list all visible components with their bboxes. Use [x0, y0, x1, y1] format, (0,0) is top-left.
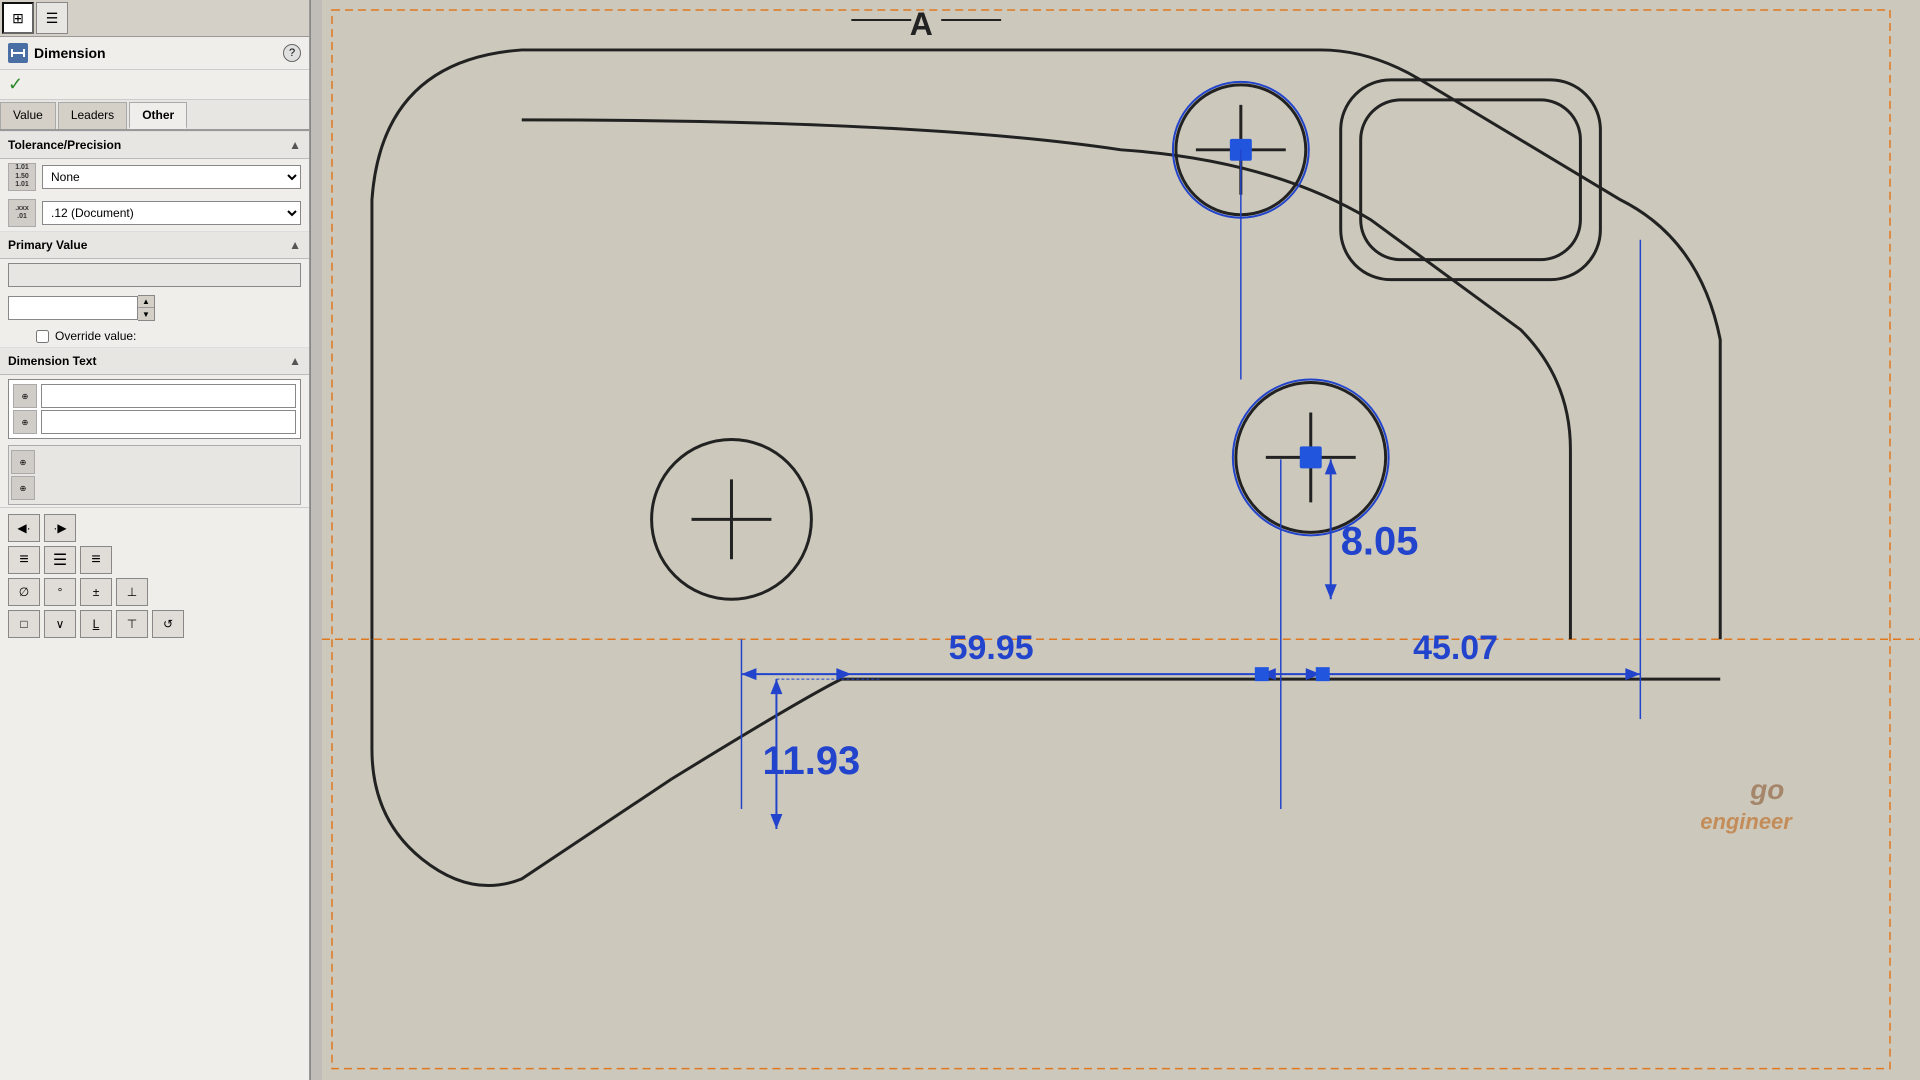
- lower-text-box-1: ⊕ ⊕: [8, 445, 301, 505]
- spinner-up[interactable]: ▲: [138, 296, 154, 308]
- perp-symbol-btn[interactable]: ⊥: [116, 578, 148, 606]
- primary-value-title: Primary Value: [8, 238, 87, 252]
- t-btn[interactable]: ⊤: [116, 610, 148, 638]
- dim-text-icon-1[interactable]: ⊕: [13, 384, 37, 408]
- svg-text:8.05: 8.05: [1341, 519, 1419, 563]
- svg-text:59.95: 59.95: [949, 629, 1034, 667]
- grid-view-btn[interactable]: ⊞: [2, 2, 34, 34]
- rotate-btn[interactable]: ↺: [152, 610, 184, 638]
- lower-icon-2[interactable]: ⊕: [11, 476, 35, 500]
- dim-text-line-2: ⊕: [13, 410, 296, 434]
- symbol-row-1: ∅ ° ± ⊥: [8, 578, 301, 606]
- tab-value[interactable]: Value: [0, 102, 56, 129]
- tolerance-type-row: 1.011.501.01 None Basic Bilateral: [0, 159, 309, 195]
- panel-toolbar: ⊞ ☰: [0, 0, 309, 37]
- dim-text-input-1[interactable]: <DIM>: [41, 384, 296, 408]
- pv-input2-row: 8.05mm ▲ ▼: [0, 291, 309, 325]
- tolerance-type-select[interactable]: None Basic Bilateral: [42, 165, 301, 189]
- dim-text-line-1: ⊕ <DIM>: [13, 384, 296, 408]
- tolerance-precision-select[interactable]: .12 (Document) .1 .123: [42, 201, 301, 225]
- square-btn[interactable]: □: [8, 610, 40, 638]
- override-label: Override value:: [55, 329, 136, 343]
- align-center-btn[interactable]: ☰: [44, 546, 76, 574]
- tolerance-icon-2: .xxx.01: [8, 199, 36, 227]
- underscore-btn[interactable]: L: [80, 610, 112, 638]
- main-drawing-area: A: [322, 0, 1920, 1080]
- spinner-down[interactable]: ▼: [138, 308, 154, 320]
- tabs-row: Value Leaders Other: [0, 100, 309, 131]
- pv-input1-row: RD2@Drawing View1: [0, 259, 309, 291]
- phi-symbol-btn[interactable]: ∅: [8, 578, 40, 606]
- dimension-text-section-header: Dimension Text ▲: [0, 347, 309, 375]
- panel-scrollbar[interactable]: [310, 0, 322, 1080]
- left-panel: ⊞ ☰ Dimension ? ✓ Value Leaders Other To…: [0, 0, 310, 1080]
- down-btn[interactable]: ∨: [44, 610, 76, 638]
- panel-title: Dimension: [34, 45, 277, 61]
- panel-title-row: Dimension ?: [0, 37, 309, 70]
- primary-value-collapse-btn[interactable]: ▲: [289, 238, 301, 252]
- align-left-btn[interactable]: ≡: [8, 546, 40, 574]
- confirm-checkmark[interactable]: ✓: [0, 70, 309, 100]
- pv-spinner: 8.05mm ▲ ▼: [8, 295, 155, 321]
- dimension-text-area: ⊕ <DIM> ⊕: [8, 379, 301, 439]
- lower-text-content-1: [41, 446, 300, 504]
- degree-symbol-btn[interactable]: °: [44, 578, 76, 606]
- arrow-left-btn[interactable]: ◀·: [8, 514, 40, 542]
- symbol-row-2: □ ∨ L ⊤ ↺: [8, 610, 301, 638]
- pm-symbol-btn[interactable]: ±: [80, 578, 112, 606]
- primary-value-input-2[interactable]: 8.05mm: [8, 296, 138, 320]
- svg-text:go: go: [1749, 774, 1784, 805]
- dim-text-icon-2[interactable]: ⊕: [13, 410, 37, 434]
- svg-text:A: A: [910, 6, 933, 42]
- drawing-svg: A: [322, 0, 1920, 1079]
- tolerance-precision-row: .xxx.01 .12 (Document) .1 .123: [0, 195, 309, 231]
- svg-text:11.93: 11.93: [763, 739, 861, 783]
- bottom-controls: ◀· ·▶ ≡ ☰ ≡ ∅ ° ± ⊥ □ ∨ L ⊤ ↺: [0, 507, 309, 644]
- tolerance-section-title: Tolerance/Precision: [8, 138, 121, 152]
- svg-text:45.07: 45.07: [1413, 629, 1498, 667]
- dimension-icon: [8, 43, 28, 63]
- tolerance-icon-1: 1.011.501.01: [8, 163, 36, 191]
- tab-leaders[interactable]: Leaders: [58, 102, 127, 129]
- svg-text:engineer: engineer: [1700, 809, 1793, 834]
- primary-value-section-header: Primary Value ▲: [0, 231, 309, 259]
- spinner-buttons: ▲ ▼: [138, 295, 155, 321]
- arrow-row: ◀· ·▶: [8, 514, 301, 542]
- lower-text-icons-1: ⊕ ⊕: [9, 446, 37, 504]
- override-row: Override value:: [0, 325, 309, 347]
- primary-value-input-1[interactable]: RD2@Drawing View1: [8, 263, 301, 287]
- help-button[interactable]: ?: [283, 44, 301, 62]
- tab-other[interactable]: Other: [129, 102, 187, 129]
- list-view-btn[interactable]: ☰: [36, 2, 68, 34]
- dimension-text-collapse-btn[interactable]: ▲: [289, 354, 301, 368]
- lower-icon-1[interactable]: ⊕: [11, 450, 35, 474]
- align-row: ≡ ☰ ≡: [8, 546, 301, 574]
- dimension-text-title: Dimension Text: [8, 354, 96, 368]
- align-right-btn[interactable]: ≡: [80, 546, 112, 574]
- tolerance-section-header: Tolerance/Precision ▲: [0, 131, 309, 159]
- tolerance-collapse-btn[interactable]: ▲: [289, 138, 301, 152]
- dim-text-input-2[interactable]: [41, 410, 296, 434]
- override-checkbox[interactable]: [36, 330, 49, 343]
- arrow-right-btn[interactable]: ·▶: [44, 514, 76, 542]
